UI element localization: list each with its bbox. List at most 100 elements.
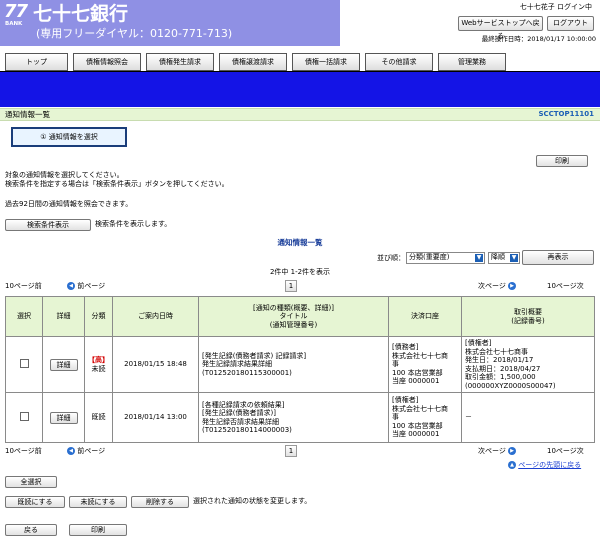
web-service-top-button[interactable]: Webサービストップへ戻る xyxy=(458,16,543,40)
tab-claim-transfer[interactable]: 債権譲渡請求 xyxy=(219,53,287,71)
header-date: ご案内日時 xyxy=(112,296,199,337)
row-title-line: 発生記録請求結果詳細 xyxy=(202,360,272,369)
sort-key-value: 分類(重要度) xyxy=(409,253,450,261)
pager-next-label: 次ページ xyxy=(478,282,506,290)
table-row: 詳細 既読 2018/01/14 13:00 [各種記録請求の依頼結果] [発生… xyxy=(5,392,595,443)
mark-unread-button[interactable]: 未読にする xyxy=(69,496,127,508)
instruction-line-1: 対象の通知情報を選択してください。 xyxy=(5,171,124,179)
page-title: 通知情報一覧 xyxy=(5,110,50,119)
search-conditions-hint: 検索条件を表示します。 xyxy=(95,220,172,228)
row-checkbox[interactable] xyxy=(19,411,29,421)
pager-prev-top[interactable]: ◀ 前ページ xyxy=(67,282,105,291)
chevron-down-icon: ▼ xyxy=(510,254,518,262)
arrow-right-icon: ▶ xyxy=(508,282,517,290)
tab-claim-inquiry[interactable]: 債権情報照会 xyxy=(73,53,141,71)
header-deal-line: 取引概要 xyxy=(514,308,542,316)
row-title-line: (T012520180114000003) xyxy=(202,426,292,434)
row-account-line: 当座 0000001 xyxy=(392,377,440,386)
row-account-line: 株式会社七十七商 xyxy=(392,404,448,413)
arrow-right-icon: ▶ xyxy=(508,447,517,455)
row-deal-line: 発生日：2018/01/17 xyxy=(465,356,534,364)
header-title: [通知の種類(概要、詳細)] タイトル (通知管理番号) xyxy=(198,296,389,337)
page-number-bottom[interactable]: 1 xyxy=(285,445,297,457)
header-detail: 詳細 xyxy=(42,296,85,337)
sort-order-value: 降順 xyxy=(491,253,505,261)
row-detail-cell: 詳細 xyxy=(42,336,85,393)
row-deal-line: 取引金額：1,500,000 xyxy=(465,373,536,381)
row-select-cell xyxy=(5,336,43,393)
bank-logo-sub: BANK xyxy=(5,21,23,27)
row-title-line: [発生記録(債務者請求)] xyxy=(202,409,276,417)
row-deal-line: [債権者] xyxy=(465,339,492,347)
pager-next-top[interactable]: 次ページ ▶ xyxy=(478,282,517,291)
read-status: 未読 xyxy=(91,364,106,373)
sort-label: 並び順： xyxy=(377,254,405,262)
pager-prev-label: 前ページ xyxy=(77,282,106,290)
arrow-up-icon: ▲ xyxy=(508,461,516,469)
row-deal-line: 支払期日：2018/04/27 xyxy=(465,364,541,373)
tab-admin[interactable]: 管理業務 xyxy=(438,53,506,71)
back-button[interactable]: 戻る xyxy=(5,524,57,536)
pager-next-label: 次ページ xyxy=(478,447,506,455)
select-all-button[interactable]: 全選択 xyxy=(5,476,57,488)
row-deal-line: (000000XYZ0000S00047) xyxy=(465,381,556,390)
last-operation-time: 最終操作日時：2018/01/17 10:00:00 xyxy=(481,35,596,43)
sort-order-select[interactable]: 降順 ▼ xyxy=(488,252,520,264)
sort-key-select[interactable]: 分類(重要度) ▼ xyxy=(406,252,485,264)
result-count: 2件中 1-2件を表示 xyxy=(269,268,331,276)
tab-bulk-request[interactable]: 債権一括請求 xyxy=(292,53,360,71)
detail-button[interactable]: 詳細 xyxy=(49,358,78,371)
header-category: 分類 xyxy=(84,296,113,337)
row-account-cell: [債権者] 株式会社七十七商 事 100 本店営業部 当座 0000001 xyxy=(388,392,462,443)
bank-phone: (専用フリーダイヤル：0120-771-713) xyxy=(36,27,233,40)
row-account-line: 100 本店営業部 xyxy=(392,368,443,377)
row-detail-cell: 詳細 xyxy=(42,392,85,443)
header-select: 選択 xyxy=(5,296,43,337)
row-title-cell: [各種記録請求の依頼結果] [発生記録(債務者請求)] 発生記録否請求結果詳細 … xyxy=(198,392,389,443)
header-title-line: [通知の種類(概要、詳細)] xyxy=(253,303,334,312)
instruction-line-3: 過去92日間の通知情報を照会できます。 xyxy=(5,200,133,208)
pager-prev10-bottom[interactable]: 10ページ前 xyxy=(5,447,42,456)
row-title-line: (T012520180115300001) xyxy=(202,368,292,377)
row-account-line: 株式会社七十七商 xyxy=(392,351,448,360)
logout-button[interactable]: ログアウト xyxy=(547,16,594,31)
pager-prev-bottom[interactable]: ◀ 前ページ xyxy=(67,447,105,456)
row-account-line: 当座 0000001 xyxy=(392,430,440,439)
pager-next10-top[interactable]: 10ページ次 xyxy=(547,282,584,291)
pager-next10-bottom[interactable]: 10ページ次 xyxy=(547,447,584,456)
row-account-line: [債権者] xyxy=(392,396,419,405)
table-header-row: 選択 詳細 分類 ご案内日時 [通知の種類(概要、詳細)] タイトル (通知管理… xyxy=(5,296,595,337)
tab-claim-issue[interactable]: 債権発生請求 xyxy=(146,53,214,71)
arrow-left-icon: ◀ xyxy=(67,282,75,290)
redisplay-button[interactable]: 再表示 xyxy=(522,250,594,265)
row-title-cell: [発生記録(債務者請求) 記録請求] 発生記録請求結果詳細 (T01252018… xyxy=(198,336,389,393)
arrow-left-icon: ◀ xyxy=(67,447,75,455)
row-deal-cell: － xyxy=(461,392,595,443)
header-deal: 取引概要 (記録番号) xyxy=(461,296,595,337)
back-to-top-link[interactable]: ▲ ページの先頭に戻る xyxy=(508,461,581,470)
importance-badge: 【高】 xyxy=(88,356,109,364)
detail-button[interactable]: 詳細 xyxy=(49,411,78,424)
page-number-top[interactable]: 1 xyxy=(285,280,297,292)
show-search-conditions-button[interactable]: 検索条件表示 xyxy=(5,219,91,231)
print-button-bottom[interactable]: 印刷 xyxy=(69,524,127,536)
row-checkbox[interactable] xyxy=(19,358,29,368)
sub-navigation-band xyxy=(0,72,600,107)
list-heading: 通知情報一覧 xyxy=(277,238,323,247)
print-button-top[interactable]: 印刷 xyxy=(536,155,588,167)
row-category-cell: 【高】 未読 xyxy=(84,336,113,393)
row-title-line: 発生記録否請求結果詳細 xyxy=(202,417,279,426)
delete-button[interactable]: 削除する xyxy=(131,496,189,508)
pager-next-bottom[interactable]: 次ページ ▶ xyxy=(478,447,517,456)
pager-prev10-top[interactable]: 10ページ前 xyxy=(5,282,42,291)
back-to-top-label: ページの先頭に戻る xyxy=(518,461,582,469)
tab-top[interactable]: トップ xyxy=(5,53,68,71)
mark-read-button[interactable]: 既読にする xyxy=(5,496,65,508)
tab-other-requests[interactable]: その他請求 xyxy=(365,53,433,71)
row-date: 2018/01/15 18:48 xyxy=(112,336,199,393)
step-indicator: ① 通知情報を選択 xyxy=(11,127,127,147)
row-title-line: [各種記録請求の依頼結果] xyxy=(202,400,285,409)
user-status: 七十七花子 ログイン中 xyxy=(519,3,592,11)
table-row: 詳細 【高】 未読 2018/01/15 18:48 [発生記録(債務者請求) … xyxy=(5,336,595,393)
row-deal-line: 株式会社七十七商事 xyxy=(465,347,528,356)
